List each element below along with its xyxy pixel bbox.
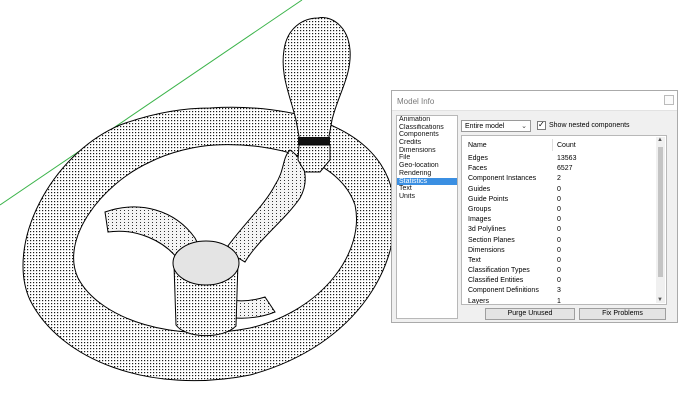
table-scrollbar[interactable]: ▲ ▼ xyxy=(656,137,665,303)
stat-name: Edges xyxy=(468,155,488,162)
table-row[interactable]: Layers 1 xyxy=(462,297,658,305)
stat-name: Section Planes xyxy=(468,236,515,244)
nav-item-rendering[interactable]: Rendering xyxy=(397,170,457,178)
stat-count: 0 xyxy=(557,195,561,203)
statistics-table: Name Count Edges 13563 Faces 6527 Component … xyxy=(461,135,667,305)
stat-name: Guides xyxy=(468,185,491,193)
check-icon: ✓ xyxy=(538,120,545,129)
scope-dropdown[interactable]: Entire model ⌄ xyxy=(461,120,531,132)
stat-name: Dimensions xyxy=(468,246,505,254)
stat-count: 0 xyxy=(557,205,561,213)
stat-count: 6527 xyxy=(557,165,573,173)
nav-item-text[interactable]: Text xyxy=(397,185,457,193)
stat-name: Images xyxy=(468,216,491,224)
stat-count: 0 xyxy=(557,246,561,254)
nav-item-components[interactable]: Components xyxy=(397,131,457,139)
table-row[interactable]: Component Definitions 3 xyxy=(462,287,658,297)
handwheel-model xyxy=(22,16,396,382)
show-nested-checkbox[interactable]: ✓ xyxy=(537,120,546,130)
chevron-down-icon: ⌄ xyxy=(521,123,527,130)
stat-count: 2 xyxy=(557,175,561,183)
dialog-title: Model Info xyxy=(397,97,435,106)
statistics-rows: Edges 13563 Faces 6527 Component Instances 2 G… xyxy=(462,155,658,305)
scroll-down-icon[interactable]: ▼ xyxy=(657,297,663,303)
stat-name: Text xyxy=(468,256,481,264)
close-button[interactable] xyxy=(664,95,674,105)
stat-name: Classified Entities xyxy=(468,277,524,285)
stat-name: 3d Polylines xyxy=(468,226,506,234)
stat-name: Faces xyxy=(468,165,488,173)
table-row[interactable]: Component Instances 2 xyxy=(462,175,658,185)
stat-count: 0 xyxy=(557,226,561,234)
table-row[interactable]: Text 0 xyxy=(462,257,658,267)
table-row[interactable]: Section Planes 0 xyxy=(462,237,658,247)
fix-problems-button[interactable]: Fix Problems xyxy=(579,308,666,320)
purge-unused-button[interactable]: Purge Unused xyxy=(485,308,575,320)
model-info-dialog: Model Info Animation Classifications Compo… xyxy=(391,90,678,323)
nav-item-statistics[interactable]: Statistics xyxy=(397,177,457,186)
nav-item-file[interactable]: File xyxy=(397,154,457,162)
scroll-up-icon[interactable]: ▲ xyxy=(657,137,663,143)
stat-count: 0 xyxy=(557,267,561,275)
table-row[interactable]: Classified Entities 0 xyxy=(462,277,658,287)
stat-count: 0 xyxy=(557,216,561,224)
table-row[interactable]: Dimensions 0 xyxy=(462,247,658,257)
nav-item-animation[interactable]: Animation xyxy=(397,116,457,124)
table-row[interactable]: Guide Points 0 xyxy=(462,196,658,206)
stat-name: Groups xyxy=(468,205,491,213)
stat-name: Component Instances xyxy=(468,175,537,183)
stat-name: Classification Types xyxy=(468,267,530,275)
table-row[interactable]: 3d Polylines 0 xyxy=(462,226,658,236)
show-nested-label: Show nested components xyxy=(549,122,630,129)
table-row[interactable]: Guides 0 xyxy=(462,186,658,196)
nav-item-geo-location[interactable]: Geo-location xyxy=(397,162,457,170)
stat-name: Layers xyxy=(468,297,490,305)
green-axis-line xyxy=(0,0,303,206)
table-row[interactable]: Groups 0 xyxy=(462,206,658,216)
stat-name: Guide Points xyxy=(468,195,509,203)
stat-count: 13563 xyxy=(557,155,577,162)
column-header-name[interactable]: Name xyxy=(468,142,487,149)
category-list[interactable]: Animation Classifications Components Credit… xyxy=(396,115,458,319)
stat-count: 3 xyxy=(557,287,561,295)
scroll-thumb[interactable] xyxy=(658,147,663,277)
column-divider[interactable] xyxy=(552,139,553,151)
scope-value: Entire model xyxy=(465,123,505,130)
nav-item-units[interactable]: Units xyxy=(397,193,457,201)
nav-item-classifications[interactable]: Classifications xyxy=(397,124,457,132)
nav-item-credits[interactable]: Credits xyxy=(397,139,457,147)
stat-count: 0 xyxy=(557,185,561,193)
nav-item-dimensions[interactable]: Dimensions xyxy=(397,147,457,155)
column-header-count[interactable]: Count xyxy=(557,142,576,149)
stat-count: 0 xyxy=(557,236,561,244)
stat-name: Component Definitions xyxy=(468,287,539,295)
stat-count: 0 xyxy=(557,277,561,285)
stat-count: 0 xyxy=(557,256,561,264)
table-row[interactable]: Classification Types 0 xyxy=(462,267,658,277)
table-row[interactable]: Edges 13563 xyxy=(462,155,658,165)
stat-count: 1 xyxy=(557,297,561,305)
table-row[interactable]: Faces 6527 xyxy=(462,165,658,175)
title-bar[interactable]: Model Info xyxy=(392,91,677,111)
table-row[interactable]: Images 0 xyxy=(462,216,658,226)
